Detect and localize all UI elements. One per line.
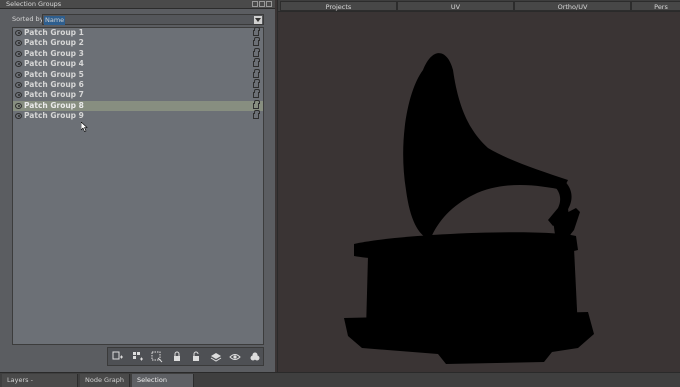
group-name: Patch Group 5 <box>24 69 84 79</box>
visibility-eye-icon[interactable] <box>15 50 22 57</box>
group-row[interactable]: Patch Group 6 <box>13 78 263 90</box>
sort-row: Sorted by Name <box>9 14 264 25</box>
minimize-icon[interactable] <box>252 1 258 7</box>
group-name: Patch Group 9 <box>24 111 84 121</box>
select-icon[interactable] <box>151 351 163 363</box>
add-group-icon[interactable] <box>112 351 124 363</box>
tab-projects[interactable]: Projects <box>280 1 397 11</box>
group-toolbar <box>107 347 264 366</box>
visibility-eye-icon[interactable] <box>15 71 22 78</box>
visibility-eye-icon[interactable] <box>15 92 22 99</box>
bottom-tab-bar: Layers - _materialID Node Graph Selectio… <box>0 372 680 387</box>
group-row[interactable]: Patch Group 2 <box>13 37 263 48</box>
group-name: Patch Group 1 <box>24 28 84 37</box>
group-row[interactable]: Patch Group 9 <box>13 110 263 121</box>
3d-viewport[interactable]: Projects UV Ortho/UV Pers <box>277 0 680 372</box>
chevron-down-icon[interactable] <box>254 16 262 24</box>
visibility-eye-icon[interactable] <box>15 81 22 88</box>
tab-perspective[interactable]: Pers <box>631 1 680 11</box>
cluster-icon[interactable] <box>249 351 261 363</box>
group-name: Patch Group 4 <box>24 59 84 69</box>
group-row[interactable]: Patch Group 5 <box>13 68 263 80</box>
group-list[interactable]: Patch Group 1 Patch Group 2 Patch Group 3P… <box>12 27 264 345</box>
group-row[interactable]: Patch Group 8 <box>13 99 263 112</box>
visibility-eye-icon[interactable] <box>15 40 22 47</box>
lock-icon[interactable] <box>253 58 260 68</box>
lock-icon[interactable] <box>253 68 260 78</box>
tab-uv[interactable]: UV <box>397 1 514 11</box>
float-icon[interactable] <box>259 1 265 7</box>
tab-selection-groups[interactable]: Selection Groups <box>132 374 194 387</box>
lock-icon[interactable] <box>253 89 260 99</box>
panel-window-controls <box>252 1 272 8</box>
lock-icon[interactable] <box>253 47 260 57</box>
visibility-eye-icon[interactable] <box>15 102 22 109</box>
lock-icon[interactable] <box>253 78 260 88</box>
sort-value: Name <box>44 16 66 25</box>
group-name: Patch Group 7 <box>24 90 84 100</box>
group-name: Patch Group 8 <box>24 100 84 110</box>
sort-label: Sorted by <box>12 15 44 23</box>
gramophone-model[interactable] <box>338 30 618 370</box>
eye-icon[interactable] <box>229 351 241 363</box>
panel-title-bar: Selection Groups <box>0 0 275 9</box>
tab-node-graph[interactable]: Node Graph <box>80 374 130 387</box>
visibility-eye-icon[interactable] <box>15 30 22 36</box>
layers-icon[interactable] <box>210 351 222 363</box>
tab-layers[interactable]: Layers - _materialID <box>2 374 78 387</box>
add-from-selection-icon[interactable] <box>132 351 144 363</box>
group-row[interactable]: Patch Group 1 <box>13 27 263 38</box>
group-name: Patch Group 3 <box>24 48 84 58</box>
group-row[interactable]: Patch Group 7 <box>13 89 263 100</box>
lock-icon[interactable] <box>253 27 260 36</box>
panel-title: Selection Groups <box>6 0 62 8</box>
tab-ortho-uv[interactable]: Ortho/UV <box>514 1 631 11</box>
visibility-eye-icon[interactable] <box>15 113 22 120</box>
lock-icon[interactable] <box>253 37 260 47</box>
viewport-tab-bar: Projects UV Ortho/UV Pers <box>278 0 680 12</box>
group-row[interactable]: Patch Group 3 <box>13 47 263 59</box>
group-name: Patch Group 2 <box>24 38 84 48</box>
lock-icon[interactable] <box>171 351 183 363</box>
lock-icon[interactable] <box>253 110 260 120</box>
selection-groups-panel: Selection Groups Sorted by Name Patch Gr… <box>0 0 275 387</box>
close-icon[interactable] <box>266 1 272 7</box>
mouse-cursor-icon <box>80 121 88 132</box>
lock-icon[interactable] <box>253 99 260 109</box>
visibility-eye-icon[interactable] <box>15 61 22 68</box>
sort-dropdown[interactable]: Name <box>42 14 264 25</box>
group-row[interactable]: Patch Group 4 <box>13 58 263 69</box>
unlock-icon[interactable] <box>190 351 202 363</box>
group-name: Patch Group 6 <box>24 79 84 89</box>
